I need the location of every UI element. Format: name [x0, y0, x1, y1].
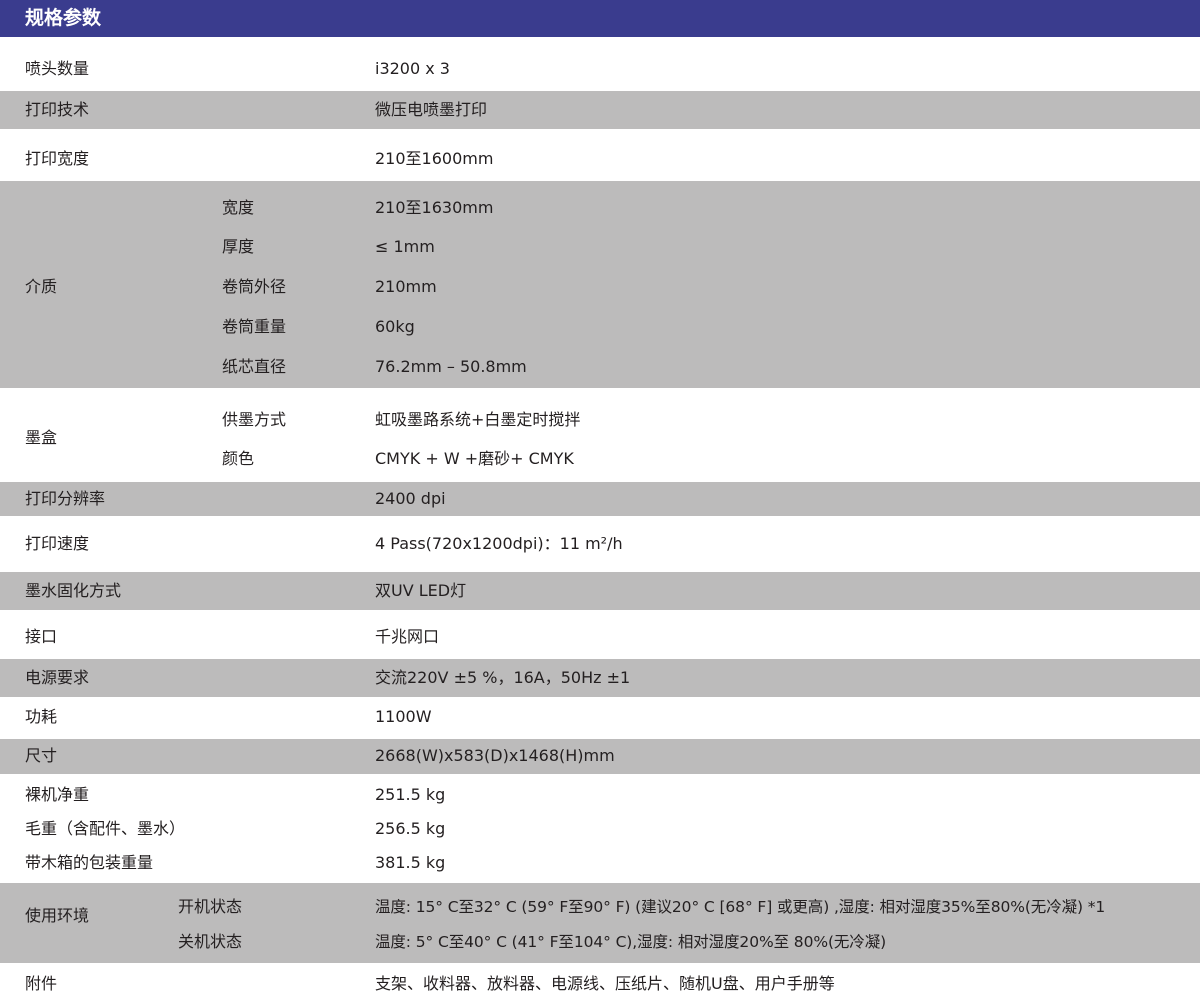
spec-value: 千兆网口: [375, 627, 440, 646]
spec-value: ≤ 1mm: [375, 237, 435, 256]
spec-group-label: 介质: [25, 277, 58, 296]
spec-value: 2668(W)x583(D)x1468(H)mm: [375, 746, 615, 765]
spec-sublabel: 厚度: [222, 237, 255, 256]
spec-label: 尺寸: [25, 746, 58, 765]
spec-label: 裸机净重: [25, 785, 90, 804]
spec-value: 4 Pass(720x1200dpi)：11 m²/h: [375, 534, 623, 553]
spec-value: 210mm: [375, 277, 437, 296]
spec-value: 76.2mm – 50.8mm: [375, 357, 527, 376]
spec-label: 毛重（含配件、墨水）: [25, 819, 186, 838]
spec-label: 喷头数量: [25, 59, 90, 78]
spec-label: 打印技术: [25, 100, 90, 119]
spec-value: 温度: 15° C至32° C (59° F至90° F) (建议20° C […: [375, 898, 1106, 916]
row-band-curing: [0, 572, 1200, 610]
spec-label: 带木箱的包装重量: [25, 853, 154, 872]
spec-label: 墨水固化方式: [25, 581, 122, 600]
spec-value: 微压电喷墨打印: [375, 100, 488, 119]
spec-label: 电源要求: [25, 668, 90, 687]
spec-group-label: 墨盒: [25, 428, 58, 447]
spec-label: 接口: [25, 627, 58, 646]
spec-value: CMYK + W +磨砂+ CMYK: [375, 449, 574, 468]
spec-sublabel: 关机状态: [178, 932, 243, 951]
spec-sublabel: 开机状态: [178, 897, 243, 916]
spec-value: 210至1630mm: [375, 198, 494, 217]
spec-value: 虹吸墨路系统+白墨定时搅拌: [375, 410, 581, 429]
spec-value: 251.5 kg: [375, 785, 446, 804]
spec-label: 附件: [25, 974, 58, 993]
spec-label: 打印分辨率: [25, 489, 106, 508]
spec-value: 2400 dpi: [375, 489, 446, 508]
spec-sublabel: 卷筒重量: [222, 317, 287, 336]
spec-value: 双UV LED灯: [375, 581, 467, 600]
row-band-print-tech: [0, 91, 1200, 129]
spec-value: 381.5 kg: [375, 853, 446, 872]
spec-sublabel: 纸芯直径: [222, 357, 287, 376]
spec-value: 210至1600mm: [375, 149, 494, 168]
spec-value: 1100W: [375, 707, 432, 726]
spec-sublabel: 卷筒外径: [222, 277, 287, 296]
spec-value: 支架、收料器、放料器、电源线、压纸片、随机U盘、用户手册等: [375, 974, 835, 993]
spec-value: 温度: 5° C至40° C (41° F至104° C),湿度: 相对湿度20…: [375, 933, 887, 951]
row-band-media: [0, 181, 1200, 388]
page-title: 规格参数: [25, 7, 102, 29]
spec-sublabel: 颜色: [222, 449, 255, 468]
spec-value: 交流220V ±5 %，16A，50Hz ±1: [375, 668, 631, 687]
spec-group-label: 使用环境: [25, 906, 90, 925]
spec-sublabel: 供墨方式: [222, 410, 287, 429]
header-bar: 规格参数: [0, 0, 1200, 37]
spec-label: 功耗: [25, 707, 58, 726]
row-band-resolution: [0, 482, 1200, 516]
spec-label: 打印宽度: [25, 149, 90, 168]
spec-value: i3200 x 3: [375, 59, 450, 78]
spec-value: 256.5 kg: [375, 819, 446, 838]
spec-value: 60kg: [375, 317, 415, 336]
spec-label: 打印速度: [25, 534, 90, 553]
spec-sublabel: 宽度: [222, 198, 255, 217]
